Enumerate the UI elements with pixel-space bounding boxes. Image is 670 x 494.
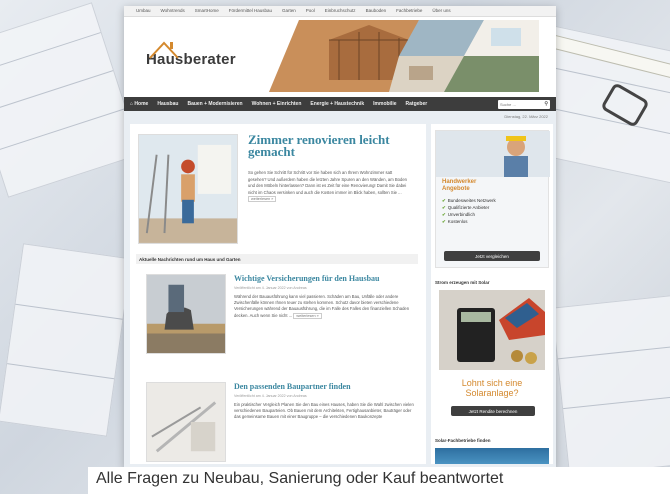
nav-ratgeber[interactable]: Ratgeber (406, 101, 428, 107)
date-bar: Dienstag, 22. März 2022 (124, 111, 556, 120)
calculator-solar-image (439, 290, 545, 370)
article-title[interactable]: Wichtige Versicherungen für den Hausbau (234, 274, 380, 283)
nav-immobilie[interactable]: Immobilie (373, 101, 396, 107)
article-card: Wichtige Versicherungen für den Hausbau … (146, 274, 418, 358)
solar-business-image[interactable] (435, 448, 549, 464)
topnav-link[interactable]: Garten (282, 8, 296, 16)
ad-title: Handwerker Angebote (442, 179, 477, 192)
benefit-item: ✔ Kostenlos (442, 219, 468, 224)
feature-image[interactable] (138, 134, 238, 244)
topnav-link[interactable]: SmartHome (195, 8, 219, 16)
sidebar: Handwerker Angebote ✔ Bundesweites Netzwe… (431, 124, 553, 464)
main-navigation: ⌂ Home Hausbau Bauen + Modernisieren Woh… (124, 97, 556, 111)
solar-ad[interactable]: Lohnt sich eine Solaranlage? Jetzt Rendi… (435, 290, 549, 432)
craftsman-offer-ad[interactable]: Handwerker Angebote ✔ Bundesweites Netzwe… (435, 130, 550, 268)
read-more-link[interactable]: weiterlesen » (248, 196, 277, 203)
article-excerpt: Ein praktischer Vergleich Planen Sie den… (234, 402, 414, 420)
image-caption: Alle Fragen zu Neubau, Sanierung oder Ka… (96, 470, 504, 487)
checkmark-icon: ✔ (442, 219, 446, 224)
blueprint-sheet (551, 293, 670, 477)
news-section-heading: Aktuelle Nachrichten rund um Haus und Ga… (136, 254, 418, 264)
blueprint-sheet (0, 243, 132, 437)
content-area: Zimmer renovieren leicht gemacht So gehe… (124, 120, 556, 468)
ad-title: Lohnt sich eine Solaranlage? (461, 378, 523, 398)
read-more-link[interactable]: weiterlesen » (293, 312, 322, 319)
featured-article: Zimmer renovieren leicht gemacht So gehe… (138, 133, 418, 244)
current-date: Dienstag, 22. März 2022 (504, 114, 548, 119)
nav-home[interactable]: ⌂ Home (130, 101, 148, 107)
topnav-link[interactable]: Umbau (136, 8, 151, 16)
article-image[interactable] (146, 382, 226, 462)
main-column: Zimmer renovieren leicht gemacht So gehe… (130, 124, 426, 464)
header-banner-image (269, 20, 539, 92)
checkmark-icon: ✔ (442, 205, 446, 210)
article-meta: Veröffentlicht am 4. Januar 2022 von And… (234, 286, 307, 290)
article-excerpt: Während der Bauausführung kann viel pass… (234, 294, 410, 319)
site-header: Hausberater (124, 17, 556, 97)
topnav-link[interactable]: Einbruchschutz (325, 8, 356, 16)
search-input[interactable] (500, 101, 540, 107)
topnav-link[interactable]: Wohntrends (161, 8, 185, 16)
search-icon[interactable]: ⚲ (544, 101, 548, 107)
nav-hausbau[interactable]: Hausbau (157, 101, 178, 107)
nav-wohnen-einrichten[interactable]: Wohnen + Einrichten (252, 101, 302, 107)
checkmark-icon: ✔ (442, 198, 446, 203)
site-logo[interactable]: Hausberater (146, 41, 236, 68)
topnav-link[interactable]: Fachbetriebe (396, 8, 422, 16)
benefit-item: ✔ Qualifizierte Anbieter (442, 205, 490, 210)
feature-excerpt: So gehen Sie Schritt für Schritt vor Sie… (248, 170, 408, 203)
benefit-item: ✔ Unverbindlich (442, 212, 476, 217)
checkmark-icon: ✔ (442, 212, 446, 217)
feature-title[interactable]: Zimmer renovieren leicht gemacht (248, 133, 418, 158)
blueprint-sheet (0, 2, 142, 198)
article-meta: Veröffentlicht am 4. Januar 2022 von And… (234, 394, 307, 398)
sidebar-heading: Solar-Fachbetriebe finden (435, 438, 491, 443)
benefit-item: ✔ Bundesweites Netzwerk (442, 198, 496, 203)
nav-bauen-modernisieren[interactable]: Bauen + Modernisieren (187, 101, 242, 107)
article-card: Den passenden Baupartner finden Veröffen… (146, 382, 418, 466)
nav-energie-haustechnik[interactable]: Energie + Haustechnik (310, 101, 364, 107)
ad-benefits-list: ✔ Bundesweites Netzwerk ✔ Qualifizierte An… (442, 197, 496, 225)
compare-button[interactable]: Jetzt vergleichen (444, 251, 540, 261)
topnav-link[interactable]: Pool (306, 8, 315, 16)
topnav-link[interactable]: Fördermittel Hausbau (229, 8, 272, 16)
website-screenshot: Umbau Wohntrends SmartHome Fördermittel Hau… (124, 6, 556, 468)
craftsman-image (436, 131, 550, 177)
article-image[interactable] (146, 274, 226, 354)
sidebar-heading: Strom erzeugen mit Solar (435, 280, 490, 285)
calculate-return-button[interactable]: Jetzt Rendite berechnen (451, 406, 535, 416)
house-roof-icon (149, 41, 179, 59)
topnav-link[interactable]: Über uns (432, 8, 450, 16)
top-navigation: Umbau Wohntrends SmartHome Fördermittel Hau… (124, 6, 556, 17)
search-box: ⚲ (498, 99, 550, 109)
topnav-link[interactable]: Bauboden (366, 8, 387, 16)
article-title[interactable]: Den passenden Baupartner finden (234, 382, 351, 391)
